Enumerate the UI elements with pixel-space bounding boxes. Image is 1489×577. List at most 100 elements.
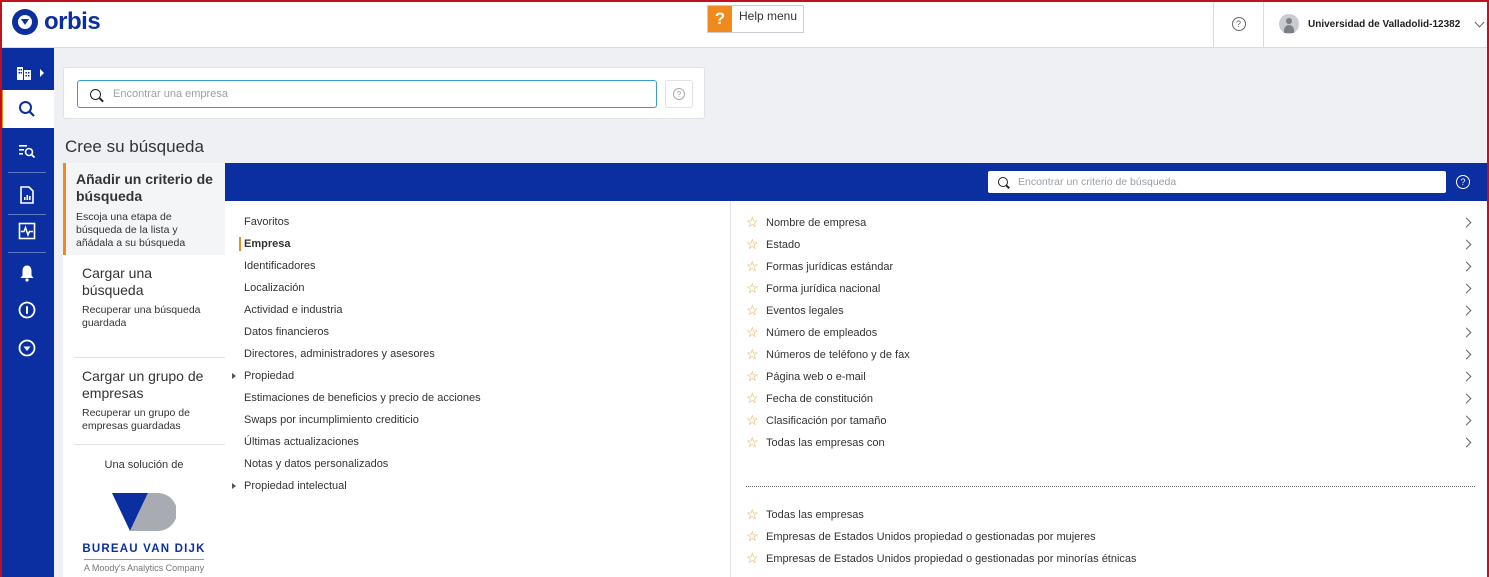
sidebar-item-orbis[interactable] <box>0 329 54 367</box>
dotted-separator <box>746 486 1475 487</box>
category-label: Propiedad <box>244 370 295 382</box>
category-item-expandable[interactable]: Propiedad intelectual <box>225 475 725 497</box>
star-icon[interactable]: ☆ <box>746 234 759 254</box>
criterion-item[interactable]: ☆ Nombre de empresa <box>746 212 1476 234</box>
help-circle-icon: ? <box>673 88 685 100</box>
predefined-search-item[interactable]: ☆ Empresas de Estados Unidos propiedad o … <box>746 526 1476 548</box>
criterion-item[interactable]: ☆ Forma jurídica nacional <box>746 278 1476 300</box>
search-help-button[interactable]: ? <box>665 80 693 108</box>
criterion-item[interactable]: ☆ Eventos legales <box>746 300 1476 322</box>
load-search-option[interactable]: Cargar una búsqueda Recuperar una búsque… <box>74 255 225 358</box>
chevron-right-icon <box>1461 239 1472 250</box>
chevron-right-icon <box>1461 327 1472 338</box>
category-list: Favoritos Empresa Identificadores Locali… <box>225 211 725 497</box>
vendor-tagline: A Moody's Analytics Company <box>83 563 205 573</box>
avatar <box>1279 14 1299 34</box>
star-icon[interactable]: ☆ <box>746 212 759 232</box>
criterion-label: Eventos legales <box>766 305 844 317</box>
criterion-label: Estado <box>766 239 801 251</box>
circle-info-icon <box>18 301 36 319</box>
star-icon[interactable]: ☆ <box>746 366 759 386</box>
criterion-item[interactable]: ☆ Formas jurídicas estándar <box>746 256 1476 278</box>
category-item[interactable]: Datos financieros <box>225 321 725 343</box>
category-item[interactable]: Actividad e industria <box>225 299 725 321</box>
sidebar-divider <box>8 172 46 173</box>
criterion-label: Formas jurídicas estándar <box>766 261 894 273</box>
chevron-right-icon <box>1461 305 1472 316</box>
criteria-body: Favoritos Empresa Identificadores Locali… <box>225 201 1489 577</box>
star-icon[interactable]: ☆ <box>746 526 759 546</box>
category-item[interactable]: Últimas actualizaciones <box>225 431 725 453</box>
expand-arrow-icon <box>40 69 44 77</box>
criterion-label: Nombre de empresa <box>766 217 867 229</box>
category-item[interactable]: Swaps por incumplimiento crediticio <box>225 409 725 431</box>
add-criterion-option[interactable]: Añadir un criterio de búsqueda Escoja un… <box>63 163 225 255</box>
sidebar-item-info[interactable] <box>0 291 54 329</box>
search-icon <box>19 101 35 117</box>
chevron-right-icon <box>1461 371 1472 382</box>
chevron-right-icon <box>1461 261 1472 272</box>
category-item-expandable[interactable]: Propiedad <box>225 365 725 387</box>
star-icon[interactable]: ☆ <box>746 410 759 430</box>
orbis-logo[interactable]: orbis <box>12 8 101 36</box>
top-right-area: ? Universidad de Valladolid-12382 <box>1213 0 1489 48</box>
company-search-box[interactable] <box>77 80 657 108</box>
star-icon[interactable]: ☆ <box>746 256 759 276</box>
criteria-search-input[interactable] <box>1018 176 1438 188</box>
sidebar-item-alerts[interactable] <box>0 254 54 292</box>
criterion-label: Forma jurídica nacional <box>766 283 881 295</box>
company-search-input[interactable] <box>113 88 633 100</box>
sidebar-item-saved-searches[interactable] <box>0 132 54 170</box>
category-item[interactable]: Favoritos <box>225 211 725 233</box>
chevron-right-icon <box>1461 217 1472 228</box>
criterion-label: Clasificación por tamaño <box>766 415 887 427</box>
predefined-search-label: Todas las empresas <box>766 509 864 521</box>
criteria-search-box[interactable] <box>988 171 1446 193</box>
category-item[interactable]: Identificadores <box>225 255 725 277</box>
user-menu[interactable]: Universidad de Valladolid-12382 <box>1263 0 1489 48</box>
add-criterion-desc: Escoja una etapa de búsqueda de la lista… <box>76 211 186 249</box>
header-help-button[interactable]: ? <box>1213 0 1263 48</box>
category-item[interactable]: Estimaciones de beneficios y precio de a… <box>225 387 725 409</box>
criterion-item[interactable]: ☆ Clasificación por tamaño <box>746 410 1476 432</box>
chevron-right-icon <box>1461 393 1472 404</box>
sidebar-item-search[interactable] <box>0 90 54 128</box>
star-icon[interactable]: ☆ <box>746 322 759 342</box>
star-icon[interactable]: ☆ <box>746 504 759 524</box>
star-icon[interactable]: ☆ <box>746 278 759 298</box>
search-icon <box>90 88 101 100</box>
page-title: Cree su búsqueda <box>65 137 204 156</box>
star-icon[interactable]: ☆ <box>746 432 759 452</box>
load-group-title: Cargar un grupo de empresas <box>82 368 204 401</box>
criterion-item[interactable]: ☆ Página web o e-mail <box>746 366 1476 388</box>
vendor-intro: Una solución de <box>104 459 184 471</box>
load-group-option[interactable]: Cargar un grupo de empresas Recuperar un… <box>74 358 225 445</box>
load-search-desc: Recuperar una búsqueda guardada <box>82 304 201 329</box>
sidebar-item-reports[interactable] <box>0 176 54 214</box>
chevron-down-icon <box>1474 17 1485 27</box>
category-item[interactable]: Notas y datos personalizados <box>225 453 725 475</box>
category-item[interactable]: Directores, administradores y asesores <box>225 343 725 365</box>
help-menu-button[interactable]: ? Help menu <box>707 5 805 33</box>
predefined-search-item[interactable]: ☆ Todas las empresas <box>746 504 1476 526</box>
orbis-logo-icon <box>12 9 38 35</box>
sidebar-item-companies[interactable] <box>0 54 54 92</box>
user-name: Universidad de Valladolid-12382 <box>1308 18 1461 30</box>
criterion-item[interactable]: ☆ Número de empleados <box>746 322 1476 344</box>
category-item[interactable]: Localización <box>225 277 725 299</box>
criteria-help-icon[interactable]: ? <box>1456 175 1470 189</box>
star-icon[interactable]: ☆ <box>746 388 759 408</box>
criteria-header: ? <box>225 163 1489 201</box>
sidebar-item-monitoring[interactable] <box>0 212 54 250</box>
bureau-van-dijk-logo <box>112 493 177 533</box>
criterion-item[interactable]: ☆ Estado <box>746 234 1476 256</box>
category-item-selected[interactable]: Empresa <box>225 233 725 255</box>
predefined-search-item[interactable]: ☆ Empresas de Estados Unidos propiedad o … <box>746 548 1476 570</box>
criterion-item[interactable]: ☆ Fecha de constitución <box>746 388 1476 410</box>
star-icon[interactable]: ☆ <box>746 344 759 364</box>
star-icon[interactable]: ☆ <box>746 300 759 320</box>
criterion-item[interactable]: ☆ Números de teléfono y de fax <box>746 344 1476 366</box>
star-icon[interactable]: ☆ <box>746 548 759 568</box>
predefined-searches-list: ☆ Todas las empresas ☆ Empresas de Estados… <box>746 504 1476 570</box>
criterion-item[interactable]: ☆ Todas las empresas con <box>746 432 1476 454</box>
